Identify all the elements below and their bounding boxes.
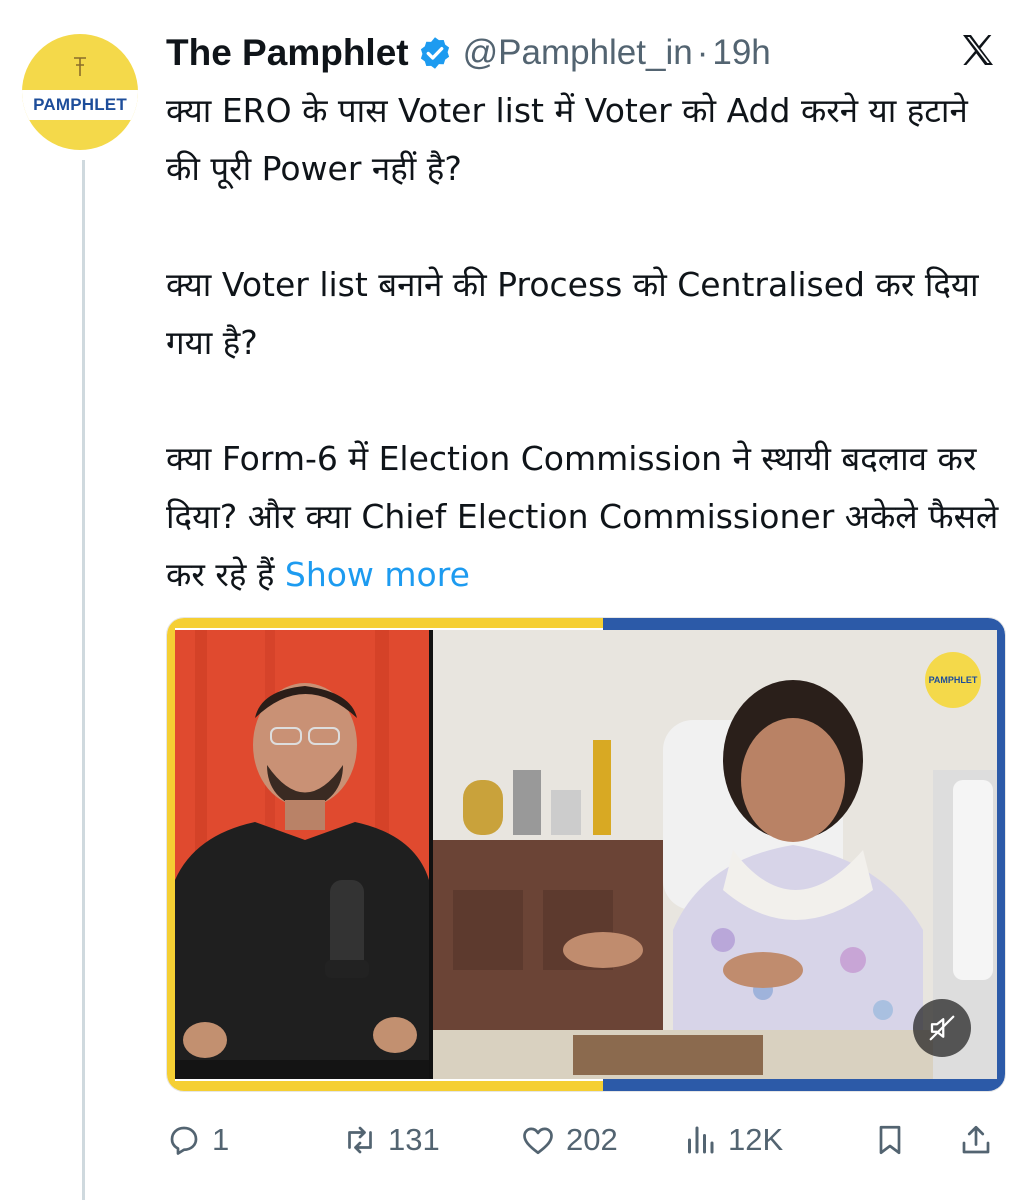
author-handle[interactable]: @Pamphlet_in <box>463 33 693 73</box>
views-button[interactable]: 12K <box>682 1122 783 1158</box>
repost-count: 131 <box>388 1122 440 1157</box>
presenter-illustration <box>175 630 429 1079</box>
views-count: 12K <box>728 1122 784 1157</box>
frame-bottom-yellow <box>167 1081 603 1091</box>
views-icon <box>688 1126 714 1154</box>
pamphlet-logo-mark-icon <box>74 57 86 76</box>
frame-right-blue <box>997 618 1005 1091</box>
frame-top-yellow <box>167 618 603 628</box>
bookmark-button[interactable] <box>872 1122 908 1158</box>
tweet-paragraph-3: क्या Form-6 में Election Commission ने स… <box>166 430 1006 604</box>
bookmark-icon <box>879 1125 901 1155</box>
frame-top-blue <box>602 618 1005 630</box>
tweet-paragraph-1: क्या ERO के पास Voter list में Voter को … <box>166 91 968 188</box>
tweet-text: क्या ERO के पास Voter list में Voter को … <box>166 82 1006 604</box>
like-icon <box>523 1127 553 1155</box>
avatar-logo-text: PAMPHLET <box>33 95 127 114</box>
x-logo-icon[interactable] <box>958 30 998 70</box>
show-more-link[interactable]: Show more <box>285 555 470 594</box>
reply-button[interactable]: 1 <box>166 1122 229 1158</box>
video-pamphlet-badge: PAMPHLET <box>925 652 981 708</box>
verified-badge-icon <box>420 37 449 69</box>
frame-left-yellow <box>167 618 175 1091</box>
avatar-band: PAMPHLET <box>22 90 138 120</box>
mute-icon <box>929 1015 955 1041</box>
avatar[interactable]: PAMPHLET <box>22 34 138 150</box>
author-name[interactable]: The Pamphlet <box>166 32 409 74</box>
tweet-time[interactable]: 19h <box>712 33 770 73</box>
repost-button[interactable]: 131 <box>342 1122 440 1158</box>
tweet-paragraph-2: क्या Voter list बनाने की Process को Cent… <box>166 265 979 362</box>
share-button[interactable] <box>958 1122 994 1158</box>
video-right-panel: PAMPHLET <box>433 630 997 1079</box>
mute-button[interactable] <box>913 999 971 1057</box>
video-media[interactable]: PAMPHLET <box>166 617 1006 1092</box>
thread-line <box>82 160 85 1200</box>
like-count: 202 <box>566 1122 618 1157</box>
frame-bottom-blue <box>602 1079 1005 1091</box>
tweet-actions: 1 131 202 12K <box>166 1112 1006 1176</box>
header-separator: · <box>696 33 709 72</box>
video-left-panel <box>175 630 433 1079</box>
share-icon <box>962 1125 990 1154</box>
video-badge-text: PAMPHLET <box>928 675 978 685</box>
repost-icon <box>348 1126 372 1154</box>
like-button[interactable]: 202 <box>520 1122 618 1158</box>
office-scene-illustration <box>433 630 997 1079</box>
reply-icon <box>170 1126 198 1155</box>
reply-count: 1 <box>212 1122 230 1157</box>
tweet-header: The Pamphlet @Pamphlet_in · 19h <box>166 28 771 78</box>
